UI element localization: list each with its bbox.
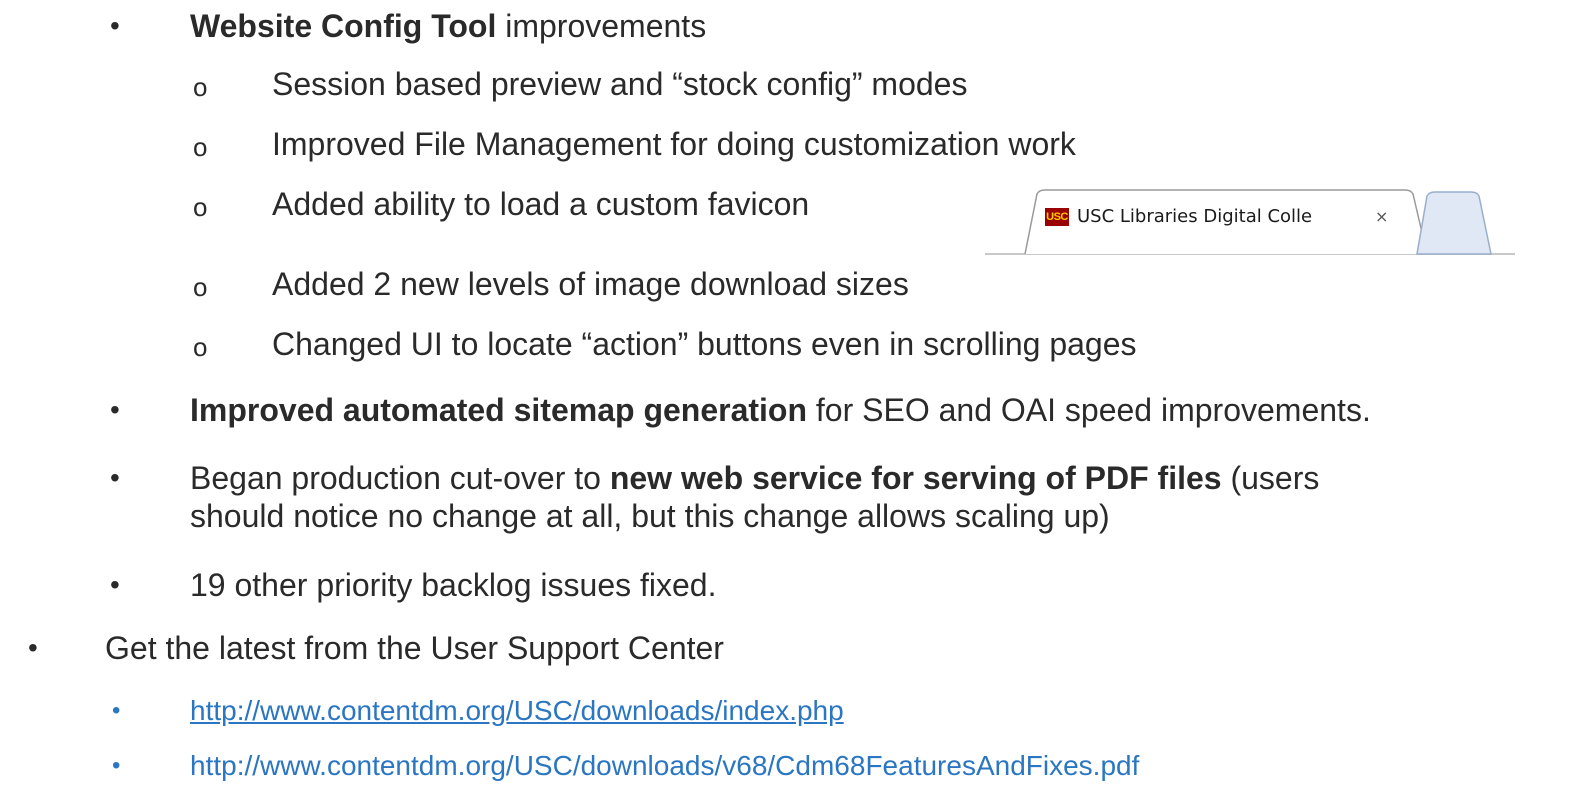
sub-list-item: Session based preview and “stock config”… bbox=[272, 66, 968, 102]
downloads-link[interactable]: http://www.contentdm.org/USC/downloads/i… bbox=[190, 691, 844, 731]
sub-list-item: Changed UI to locate “action” buttons ev… bbox=[272, 326, 1137, 362]
item-text: (users bbox=[1221, 460, 1320, 496]
sub-list-item: Added 2 new levels of image download siz… bbox=[272, 266, 909, 302]
list-item: Began production cut-over to new web ser… bbox=[190, 458, 1319, 498]
list-item-continuation: should notice no change at all, but this… bbox=[190, 498, 1110, 534]
sub-list-item: Added ability to load a custom favicon bbox=[272, 186, 810, 222]
link-bullet: • bbox=[112, 697, 121, 724]
sub-bullet: o bbox=[193, 72, 208, 102]
emphasis-text: Improved automated sitemap generation bbox=[190, 392, 808, 428]
sub-bullet: o bbox=[193, 272, 208, 302]
browser-tab-screenshot: USC USC Libraries Digital Colle × bbox=[985, 166, 1515, 256]
item-text: improvements bbox=[496, 8, 707, 44]
bullet: • bbox=[110, 569, 120, 600]
sub-list-item: Improved File Management for doing custo… bbox=[272, 126, 1076, 162]
bullet: • bbox=[110, 462, 120, 493]
close-icon[interactable]: × bbox=[1375, 204, 1388, 230]
bullet: • bbox=[28, 632, 38, 663]
sub-bullet: o bbox=[193, 332, 208, 362]
link-bullet: • bbox=[112, 752, 121, 779]
item-text: for SEO and OAI speed improvements. bbox=[807, 392, 1371, 428]
bullet: • bbox=[110, 394, 120, 425]
tab-title: USC Libraries Digital Colle bbox=[1077, 206, 1313, 227]
sub-bullet: o bbox=[193, 132, 208, 162]
list-item: Improved automated sitemap generation fo… bbox=[190, 390, 1371, 430]
emphasis-text: Website Config Tool bbox=[190, 8, 497, 44]
emphasis-text: new web service for serving of PDF files bbox=[609, 460, 1222, 496]
list-item: 19 other priority backlog issues fixed. bbox=[190, 567, 717, 603]
usc-favicon: USC bbox=[1045, 208, 1069, 226]
bullet: • bbox=[110, 10, 120, 41]
list-item: Website Config Tool improvements bbox=[190, 6, 706, 46]
features-pdf-link[interactable]: http://www.contentdm.org/USC/downloads/v… bbox=[190, 746, 1139, 786]
sub-bullet: o bbox=[193, 192, 208, 222]
list-item: Get the latest from the User Support Cen… bbox=[105, 630, 724, 666]
item-text: Began production cut-over to bbox=[190, 460, 610, 496]
